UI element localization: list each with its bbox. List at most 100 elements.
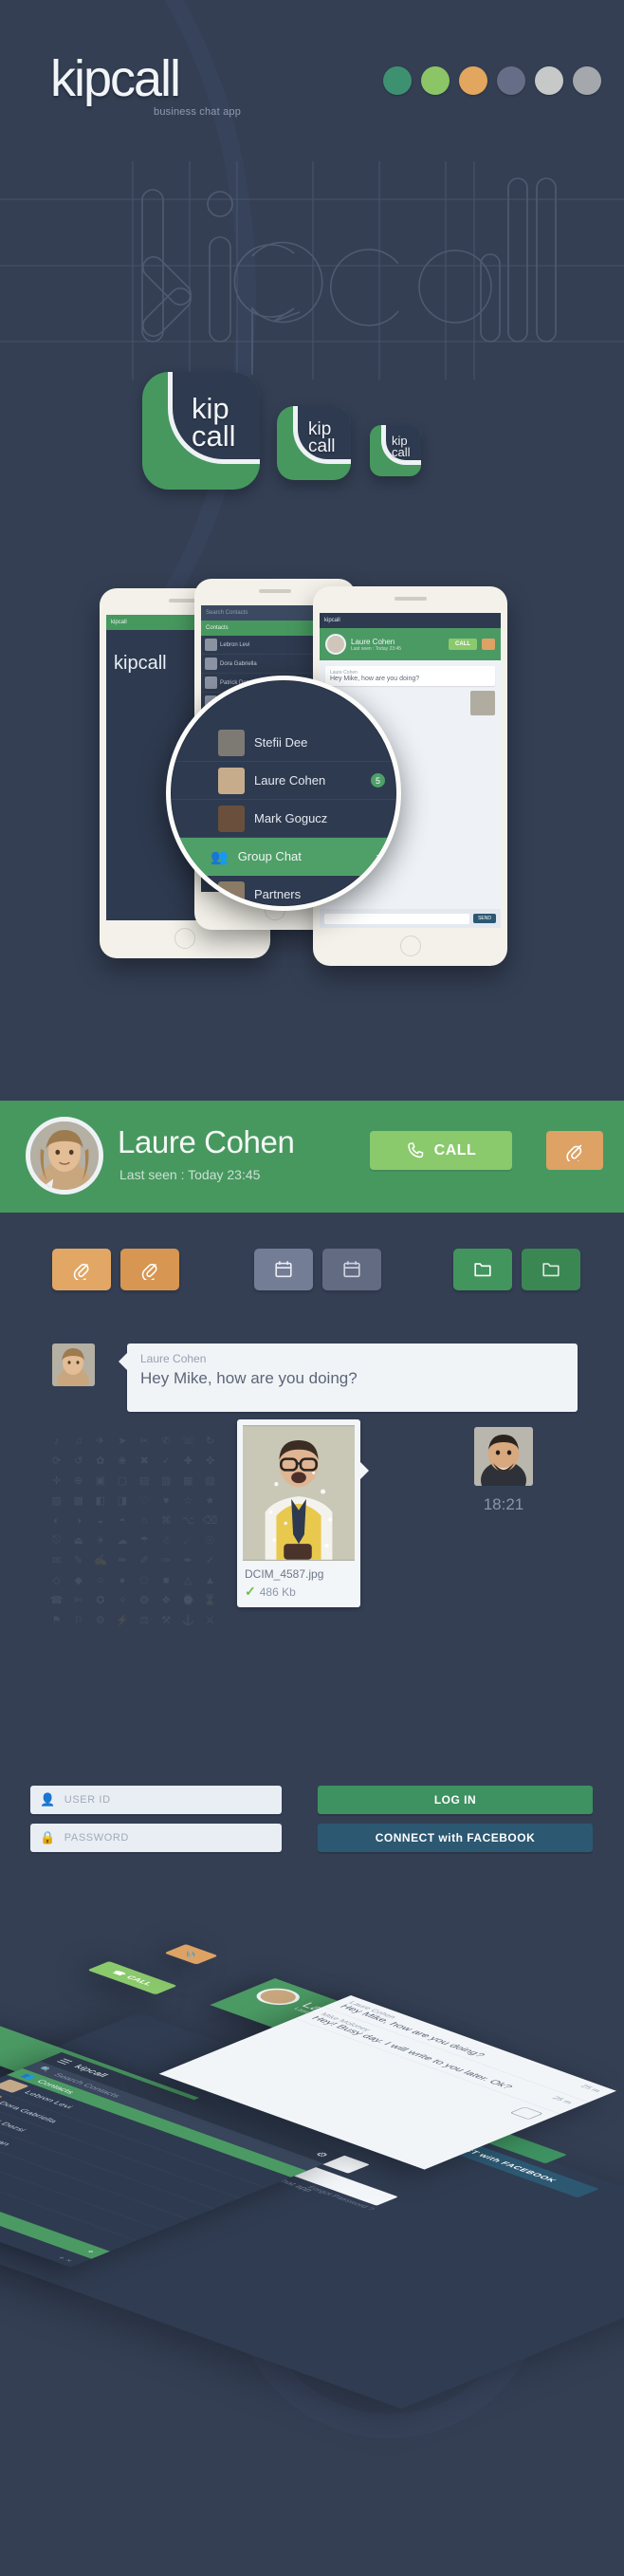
glyph: ✏ <box>118 1555 127 1566</box>
glyph: ✉ <box>51 1555 62 1566</box>
call-label: CALL <box>433 1141 477 1158</box>
glyph: ✄ <box>74 1595 83 1606</box>
wireframe-logo <box>0 161 624 380</box>
attach-button-dark[interactable] <box>120 1249 179 1290</box>
perspective-attach-button[interactable]: 📎 <box>164 1944 218 1965</box>
glyph: ⌘ <box>160 1515 172 1527</box>
chat-header-section: Laure Cohen Last seen : Today 23:45 CALL <box>0 1101 624 1213</box>
swatch-gray-mid <box>573 66 601 95</box>
mini-contact-name: Lebron Levi <box>220 641 250 648</box>
glyph: ☏ <box>181 1436 195 1447</box>
attachment-filesize: 486 Kb <box>259 1585 296 1599</box>
contact-name: Laure Cohen <box>254 773 326 788</box>
search-icon: 🔍 <box>35 2066 55 2074</box>
glyph: △ <box>184 1575 193 1586</box>
glyph: ✚ <box>183 1455 193 1467</box>
login-button[interactable]: LOG IN <box>318 1786 593 1814</box>
contact-status: Last seen : Today 23:45 <box>119 1167 261 1182</box>
calendar-button-dark[interactable] <box>322 1249 381 1290</box>
message-author: Laure Cohen <box>140 1352 207 1365</box>
login-section: 👤 USER ID 🔒 PASSWORD LOG IN CONNECT with… <box>0 1765 624 1879</box>
phone-home-button[interactable] <box>399 936 421 956</box>
glyph: ✍ <box>93 1555 107 1566</box>
mini-attachment-thumb[interactable] <box>470 691 495 715</box>
mini-app-title: kipcall <box>324 618 340 623</box>
avatar <box>205 676 217 689</box>
mini-chat-name: Laure Cohen <box>351 637 395 646</box>
mini-contact-name: Dora Gabriella <box>220 660 257 667</box>
app-icon-label-large: kip call <box>192 394 236 451</box>
group-chat-row[interactable]: 👥 Group Chat + <box>171 838 396 876</box>
avatar[interactable] <box>248 1985 309 2009</box>
perspective-message: Mike Moloney 25 m Hey! Busy day. I will … <box>294 2007 589 2115</box>
group-chat-label: Group Chat <box>237 849 302 863</box>
unread-badge: 5 <box>371 773 385 788</box>
glyph: ◧ <box>95 1495 106 1507</box>
calendar-icon <box>275 1261 292 1278</box>
folder-button-light[interactable] <box>453 1249 512 1290</box>
gear-icon[interactable]: ⚙ <box>312 2151 332 2159</box>
glyph: ▨ <box>51 1495 62 1507</box>
calendar-button-light[interactable] <box>254 1249 313 1290</box>
list-item[interactable]: Stefii Dee <box>171 724 396 762</box>
password-field[interactable]: 🔒 PASSWORD <box>30 1824 282 1852</box>
glyph: ▲ <box>204 1574 215 1586</box>
contact-name: Mark Gogucz <box>254 811 328 825</box>
glyph: ☀ <box>95 1535 105 1547</box>
brand-tagline: business chat app <box>154 106 242 118</box>
chat-icon[interactable] <box>509 2106 544 2121</box>
glyph: ✈ <box>96 1436 105 1447</box>
list-item[interactable]: Mark Gogucz <box>171 800 396 838</box>
glyph: ⌛ <box>203 1595 217 1606</box>
mini-send-button[interactable]: SEND <box>473 914 496 923</box>
avatar[interactable] <box>26 1117 103 1195</box>
folder-button-dark[interactable] <box>522 1249 580 1290</box>
swatch-green-light <box>421 66 450 95</box>
mini-call-button[interactable]: CALL <box>449 639 477 650</box>
perspective-call-button[interactable]: ☎ CALL <box>87 1961 177 1995</box>
glyph: ◐ <box>53 1514 60 1527</box>
glyph: □ <box>140 1574 148 1586</box>
user-id-field[interactable]: 👤 USER ID <box>30 1786 282 1814</box>
facebook-connect-button[interactable]: CONNECT with FACEBOOK <box>318 1824 593 1852</box>
folder-icon <box>474 1263 491 1277</box>
avatar <box>205 658 217 670</box>
app-icon-medium: kip call <box>277 406 351 480</box>
glyph: ♡ <box>139 1495 149 1507</box>
hamburger-icon[interactable]: ☰ <box>53 2057 75 2066</box>
attach-button[interactable] <box>546 1131 603 1170</box>
app-icon-small: kip call <box>370 425 421 476</box>
glyph: ✆ <box>161 1436 171 1447</box>
glyph: ⚔ <box>205 1615 215 1626</box>
glyph: ⚑ <box>51 1615 62 1626</box>
magnifier-lens: Stefii Dee Laure Cohen 5 Mark Gogucz 👥 G… <box>166 676 401 911</box>
glyph: ▩ <box>73 1495 83 1507</box>
phone-home-button[interactable] <box>174 928 195 949</box>
calendar-icon <box>343 1261 360 1278</box>
lock-icon: 🔒 <box>40 1830 56 1844</box>
glyph: ✖ <box>139 1455 149 1467</box>
mini-message: Laure Cohen Hey Mike, how are you doing? <box>325 666 495 686</box>
glyph: ▧ <box>205 1475 215 1487</box>
glyph: ⎋ <box>52 1534 61 1546</box>
glyph: ⌚ <box>181 1595 195 1606</box>
add-group-icon[interactable]: + <box>84 2249 98 2253</box>
attach-button-light[interactable] <box>52 1249 111 1290</box>
glyph: ♪ <box>53 1435 60 1447</box>
call-button[interactable]: CALL <box>370 1131 512 1170</box>
glyph: ◒ <box>97 1514 104 1527</box>
glyph: ⚒ <box>161 1615 172 1626</box>
paperclip-icon <box>73 1263 89 1280</box>
glyph: ◑ <box>75 1514 83 1527</box>
attachment-card[interactable]: DCIM_4587.jpg ✓ 486 Kb <box>237 1419 369 1607</box>
group-actions-icons[interactable]: + × <box>55 2255 76 2263</box>
list-item[interactable]: Laure Cohen 5 <box>171 762 396 800</box>
message-text: Hey Mike, how are you doing? <box>140 1369 358 1387</box>
mini-app-bar: kipcall <box>320 613 501 628</box>
glyph: ❀ <box>118 1455 127 1467</box>
mini-compose-input[interactable] <box>324 913 470 924</box>
hero-section: kipcall business chat app kip call kip c… <box>0 0 624 626</box>
paperclip-icon[interactable] <box>482 639 495 650</box>
glyph: ◇ <box>52 1575 61 1586</box>
glyph: ☁ <box>117 1535 128 1547</box>
